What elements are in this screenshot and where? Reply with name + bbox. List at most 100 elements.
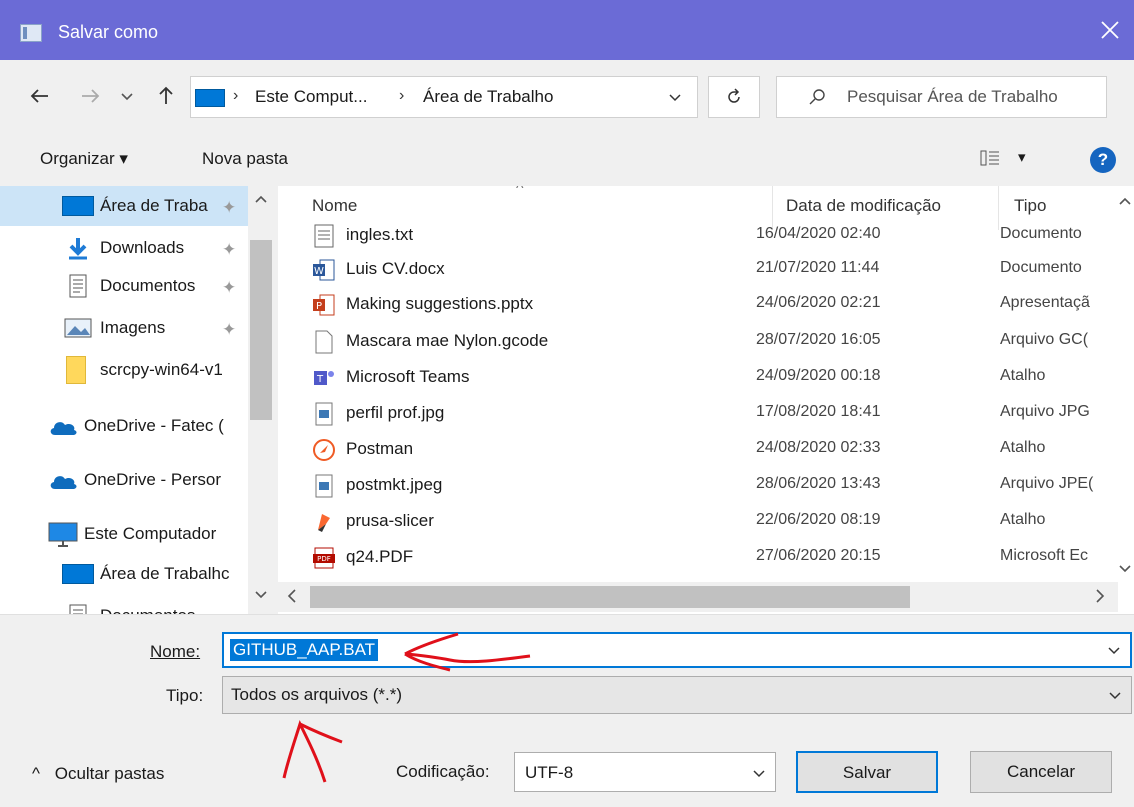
column-header-name[interactable]: Nome [312,196,357,216]
sidebar-scrollbar[interactable] [248,186,274,614]
scroll-down-icon[interactable] [1118,564,1132,574]
file-date: 16/04/2020 02:40 [756,225,881,242]
view-options-button[interactable]: ▾ [980,147,1040,171]
column-header-type[interactable]: Tipo [1014,196,1046,216]
horizontal-scrollbar[interactable] [278,582,1118,612]
table-row[interactable]: postmkt.jpeg 28/06/2020 13:43 Arquivo JP… [278,468,1118,504]
sidebar-item-onedrive-personal[interactable]: OneDrive - Persor [0,460,248,500]
table-row[interactable]: PDF q24.PDF 27/06/2020 20:15 Microsoft E… [278,540,1118,576]
notepad-icon [20,24,42,42]
up-icon[interactable] [152,82,180,110]
organize-button[interactable]: Organizar ▾ [40,149,128,169]
file-list-scrollbar[interactable] [1116,186,1134,586]
file-type: Apresentaçã [1000,294,1090,311]
file-type: Documento [1000,225,1082,242]
file-date: 24/08/2020 02:33 [756,439,881,456]
table-row[interactable]: Mascara mae Nylon.gcode 28/07/2020 16:05… [278,324,1118,360]
file-date: 17/08/2020 18:41 [756,403,881,420]
sidebar-item-label: Imagens [100,318,166,337]
chevron-down-icon[interactable] [1106,642,1122,658]
pdf-icon: PDF [313,547,335,569]
sidebar-item-desktop[interactable]: Área de Traba ✦ [0,186,248,226]
save-button[interactable]: Salvar [796,751,938,793]
encoding-select[interactable]: UTF-8 [514,752,776,792]
file-name-field[interactable]: GITHUB_AAP.BAT [222,632,1132,668]
command-toolbar: Organizar ▾ Nova pasta ▾ ? [0,135,1134,183]
details-view-icon [980,150,999,166]
scroll-right-icon[interactable] [1094,588,1106,604]
file-name: postmkt.jpeg [346,475,443,494]
breadcrumb-this-pc[interactable]: Este Comput... [255,87,367,107]
file-name: prusa-slicer [346,511,434,530]
sidebar-item-desktop-2[interactable]: Área de Trabalhc [0,554,248,594]
svg-text:P: P [316,301,322,312]
word-icon: W [313,259,335,281]
sidebar-item-pictures[interactable]: Imagens ✦ [0,308,248,348]
pin-icon: ✦ [222,320,237,339]
column-header-date[interactable]: Data de modificação [786,196,941,216]
image-icon [64,318,92,338]
sidebar-item-this-pc[interactable]: Este Computador [0,514,248,554]
breadcrumb-separator: › [233,87,239,104]
blank-file-icon [315,330,333,354]
chevron-down-icon [1109,692,1121,700]
search-box[interactable]: Pesquisar Área de Trabalho [776,76,1107,118]
breadcrumb-desktop[interactable]: Área de Trabalho [423,87,553,107]
type-label: Tipo: [166,686,204,705]
table-row[interactable]: P Making suggestions.pptx 24/06/2020 02:… [278,287,1118,323]
help-icon[interactable]: ? [1090,147,1116,173]
navigation-pane: Área de Traba ✦ Downloads ✦ Documentos ✦… [0,186,274,614]
view-dropdown-arrow: ▾ [1018,149,1026,166]
scrollbar-thumb[interactable] [250,240,272,420]
refresh-button[interactable] [708,76,760,118]
svg-text:PDF: PDF [317,555,331,563]
sidebar-item-onedrive-fatec[interactable]: OneDrive - Fatec ( [0,406,248,446]
file-type-select[interactable]: Todos os arquivos (*.*) [222,676,1132,714]
search-icon [809,89,825,105]
sidebar-item-label: OneDrive - Fatec ( [84,416,224,435]
sidebar-item-documents[interactable]: Documentos ✦ [0,266,248,306]
chevron-down-icon[interactable] [667,89,683,105]
hide-folders-button[interactable]: ^ Ocultar pastas [32,764,164,784]
recent-locations-icon[interactable] [118,82,136,110]
scroll-up-icon[interactable] [1118,196,1132,206]
file-type: Microsoft Ec [1000,547,1089,564]
scrollbar-thumb[interactable] [310,586,910,608]
address-bar[interactable]: › Este Comput... › Área de Trabalho [190,76,698,118]
scroll-down-icon[interactable] [254,590,268,600]
file-type: Atalho [1000,511,1046,528]
file-type: Atalho [1000,439,1046,456]
table-row[interactable]: perfil prof.jpg 17/08/2020 18:41 Arquivo… [278,396,1118,432]
file-name: ingles.txt [346,225,414,244]
sidebar-item-label: Downloads [100,238,185,257]
table-row[interactable]: Postman 24/08/2020 02:33 Atalho [278,432,1118,468]
file-type: Atalho [1000,367,1046,384]
sidebar-item-label: Área de Traba [100,196,208,215]
table-row[interactable]: T Microsoft Teams 24/09/2020 00:18 Atalh… [278,360,1118,396]
scroll-left-icon[interactable] [286,588,298,604]
back-icon[interactable] [26,82,54,110]
sidebar-item-scrcpy[interactable]: scrcpy-win64-v1 [0,350,248,390]
computer-icon [48,522,78,547]
cancel-button[interactable]: Cancelar [970,751,1112,793]
table-row[interactable]: prusa-slicer 22/06/2020 08:19 Atalho [278,504,1118,540]
sidebar-item-downloads[interactable]: Downloads ✦ [0,228,248,268]
file-type: Arquivo GC( [1000,331,1089,348]
encoding-label: Codificação: [396,762,490,781]
file-list: ^ Nome Data de modificação Tipo ingles.t… [278,186,1134,614]
folder-icon [66,356,86,384]
scroll-up-icon[interactable] [254,194,268,204]
table-row[interactable]: W Luis CV.docx 21/07/2020 11:44 Document… [278,252,1118,288]
encoding-value: UTF-8 [525,763,574,782]
close-icon[interactable] [1098,18,1122,42]
file-name: Making suggestions.pptx [346,294,534,313]
text-file-icon [314,224,334,248]
file-date: 21/07/2020 11:44 [756,259,880,276]
svg-text:T: T [316,374,324,385]
file-type: Documento [1000,259,1082,276]
forward-icon[interactable] [76,82,104,110]
sidebar-item-label: Este Computador [84,524,217,543]
sidebar-item-documents-2[interactable]: Documentos [0,596,248,614]
table-row[interactable]: ingles.txt 16/04/2020 02:40 Documento [278,218,1118,254]
new-folder-button[interactable]: Nova pasta [202,149,288,169]
